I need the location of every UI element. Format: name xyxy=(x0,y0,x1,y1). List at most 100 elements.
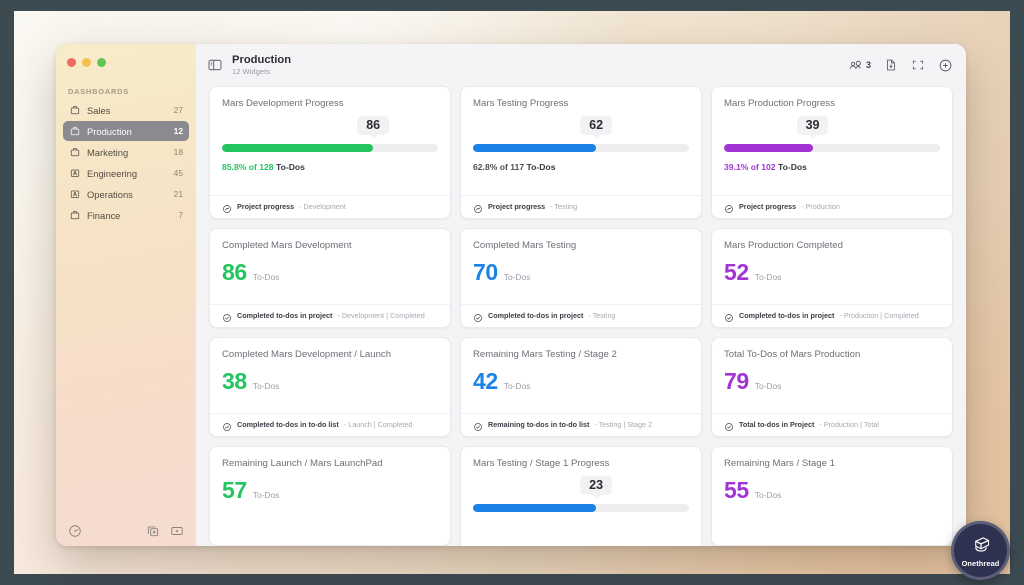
sidebar-item-sales[interactable]: Sales 27 xyxy=(63,100,189,120)
onethread-badge[interactable]: Onethread xyxy=(951,521,1010,580)
widget-body: 62 62.8% of 117 To-Dos xyxy=(461,110,701,196)
progress-value-bubble: 86 xyxy=(357,115,390,139)
progress-bubble-row: 23 xyxy=(473,474,689,504)
progress-fill xyxy=(473,143,597,152)
check-circle-icon xyxy=(222,419,232,431)
progress-check-icon xyxy=(725,205,733,213)
widget-title: Remaining Launch / Mars LaunchPad xyxy=(222,458,383,469)
check-circle-icon xyxy=(223,314,231,322)
maximize-window-button[interactable] xyxy=(97,58,106,67)
progress-percent: 85.8% of 128 xyxy=(222,161,274,172)
fullscreen-button[interactable] xyxy=(911,58,925,72)
sidebar-item-production[interactable]: Production 12 xyxy=(63,121,189,141)
panel-layout-icon[interactable] xyxy=(207,57,223,73)
widget-body: 86 85.8% of 128 To-Dos xyxy=(210,110,450,196)
widget-body: 23 xyxy=(461,470,701,547)
briefcase-icon xyxy=(70,211,80,220)
progress-check-icon xyxy=(223,205,231,213)
widget-body: 55 To-Dos xyxy=(712,470,952,546)
file-export-button[interactable] xyxy=(884,58,898,72)
widget-footer-detail: - Development | Completed xyxy=(337,310,425,320)
widget-footer-detail: - Testing xyxy=(588,310,616,320)
widget-value-unit: To-Dos xyxy=(754,271,782,282)
progress-unit: To-Dos xyxy=(777,161,807,172)
widget-card[interactable]: Remaining Mars Testing / Stage 2 42 To-D… xyxy=(460,337,702,437)
progress-track xyxy=(473,503,689,512)
progress-unit: To-Dos xyxy=(275,161,305,172)
widget-card[interactable]: Completed Mars Development 86 To-Dos Com… xyxy=(209,228,451,328)
share-count: 3 xyxy=(865,60,871,70)
sidebar-item-engineering[interactable]: Engineering 45 xyxy=(63,163,189,183)
check-circle-icon xyxy=(222,310,232,322)
close-window-button[interactable] xyxy=(67,58,76,67)
window-traffic-lights xyxy=(56,44,196,67)
progress-value-bubble: 23 xyxy=(580,475,613,499)
progress-fill xyxy=(222,143,374,152)
widget-grid-scroll[interactable]: Mars Development Progress 86 85.8% of 12… xyxy=(196,86,966,546)
widget-value-row: 70 To-Dos xyxy=(473,252,689,296)
progress-unit: To-Dos xyxy=(526,161,556,172)
widget-card[interactable]: Completed Mars Development / Launch 38 T… xyxy=(209,337,451,437)
sidebar-item-finance[interactable]: Finance 7 xyxy=(63,205,189,225)
progress-summary: 62.8% of 117 To-Dos xyxy=(473,162,689,172)
sidebar-item-operations[interactable]: Operations 21 xyxy=(63,184,189,204)
widget-footer-source: Project progress xyxy=(237,201,295,211)
sidebar-item-label: Marketing xyxy=(87,146,129,158)
onethread-label: Onethread xyxy=(961,559,1000,568)
widget-card[interactable]: Mars Production Completed 52 To-Dos Comp… xyxy=(711,228,953,328)
sidebar-item-label: Operations xyxy=(87,188,133,200)
widget-footer: Completed to-dos in project - Developmen… xyxy=(210,304,450,327)
widget-card[interactable]: Mars Testing Progress 62 62.8% of 117 To… xyxy=(460,86,702,219)
progress-check-icon xyxy=(474,205,482,213)
widget-value-row: 57 To-Dos xyxy=(222,470,438,514)
widget-value-unit: To-Dos xyxy=(754,489,782,500)
widget-value: 79 xyxy=(724,367,749,394)
widget-card[interactable]: Remaining Launch / Mars LaunchPad 57 To-… xyxy=(209,446,451,546)
widget-card[interactable]: Mars Production Progress 39 39.1% of 102… xyxy=(711,86,953,219)
progress-track xyxy=(724,143,940,152)
widget-card[interactable]: Mars Testing / Stage 1 Progress 23 xyxy=(460,446,702,546)
widget-card[interactable]: Completed Mars Testing 70 To-Dos Complet… xyxy=(460,228,702,328)
widget-footer: Completed to-dos in project - Production… xyxy=(712,304,952,327)
sidebar-item-count: 7 xyxy=(178,210,183,220)
add-box-icon[interactable] xyxy=(170,524,184,538)
progress-bubble-row: 62 xyxy=(473,114,689,144)
share-people-button[interactable]: 3 xyxy=(848,58,871,73)
widget-footer-source: Project progress xyxy=(739,201,797,211)
widget-footer-detail: - Development xyxy=(299,201,346,211)
widget-title: Remaining Mars / Stage 1 xyxy=(724,458,835,469)
widget-card[interactable]: Mars Development Progress 86 85.8% of 12… xyxy=(209,86,451,219)
minimize-window-button[interactable] xyxy=(82,58,91,67)
widget-value-unit: To-Dos xyxy=(503,271,531,282)
app-window: DASHBOARDS Sales 27 Production 12 Marketing 1… xyxy=(56,44,966,546)
progress-summary: 39.1% of 102 To-Dos xyxy=(724,162,940,172)
progress-check-icon xyxy=(473,201,483,213)
progress-track xyxy=(473,143,689,152)
widget-value-row: 38 To-Dos xyxy=(222,361,438,405)
widget-body: 57 To-Dos xyxy=(210,470,450,546)
fullscreen-icon xyxy=(912,60,924,70)
widget-footer: Project progress - Development xyxy=(210,195,450,218)
widget-value-unit: To-Dos xyxy=(252,271,280,282)
widget-body: 42 To-Dos xyxy=(461,361,701,414)
progress-value-bubble: 62 xyxy=(580,115,613,139)
sidebar-item-marketing[interactable]: Marketing 18 xyxy=(63,142,189,162)
widget-card[interactable]: Remaining Mars / Stage 1 55 To-Dos xyxy=(711,446,953,546)
share-people-icon xyxy=(849,60,861,69)
widget-footer: Project progress - Testing xyxy=(461,195,701,218)
check-circle-icon xyxy=(474,423,482,431)
add-widget-button[interactable] xyxy=(938,58,953,73)
briefcase-icon xyxy=(69,146,81,158)
duplicate-icon[interactable] xyxy=(146,524,160,538)
help-circle-icon[interactable] xyxy=(68,524,82,538)
widget-title: Completed Mars Testing xyxy=(473,240,577,251)
widget-card[interactable]: Total To-Dos of Mars Production 79 To-Do… xyxy=(711,337,953,437)
widget-title: Completed Mars Development / Launch xyxy=(222,349,392,360)
check-circle-icon xyxy=(223,423,231,431)
sidebar-item-label: Production xyxy=(87,125,132,137)
widget-title: Remaining Mars Testing / Stage 2 xyxy=(473,349,617,360)
file-export-icon xyxy=(887,59,895,71)
widget-value-unit: To-Dos xyxy=(754,380,782,391)
widget-body: 79 To-Dos xyxy=(712,361,952,414)
check-circle-icon xyxy=(473,419,483,431)
